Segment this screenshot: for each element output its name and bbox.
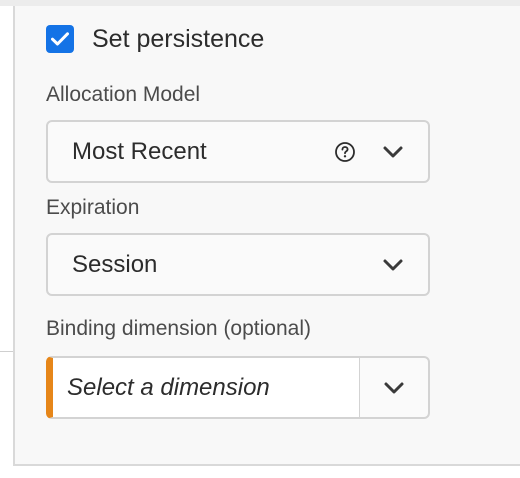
chevron-down-icon (383, 146, 403, 157)
set-persistence-label: Set persistence (92, 25, 265, 53)
allocation-model-label: Allocation Model (46, 83, 201, 106)
binding-dimension-label: Binding dimension (optional) (46, 317, 311, 340)
binding-dimension-input[interactable]: Select a dimension (46, 356, 360, 419)
allocation-model-value: Most Recent (72, 138, 207, 165)
set-persistence-checkbox[interactable] (46, 25, 74, 53)
chevron-down-icon (383, 259, 403, 270)
set-persistence-checkbox-row[interactable]: Set persistence (46, 24, 264, 54)
binding-dimension-dropdown-button[interactable] (359, 356, 430, 419)
binding-dimension-combobox: Select a dimension (46, 356, 430, 419)
expiration-value: Session (72, 251, 158, 278)
help-circle-icon[interactable] (334, 141, 356, 163)
expiration-dropdown[interactable]: Session (46, 233, 430, 296)
checkmark-icon (51, 32, 69, 46)
chevron-down-icon (384, 382, 404, 393)
divider (0, 351, 14, 352)
expiration-label: Expiration (46, 196, 140, 219)
binding-dimension-placeholder: Select a dimension (67, 374, 270, 401)
allocation-model-dropdown[interactable]: Most Recent (46, 120, 430, 183)
